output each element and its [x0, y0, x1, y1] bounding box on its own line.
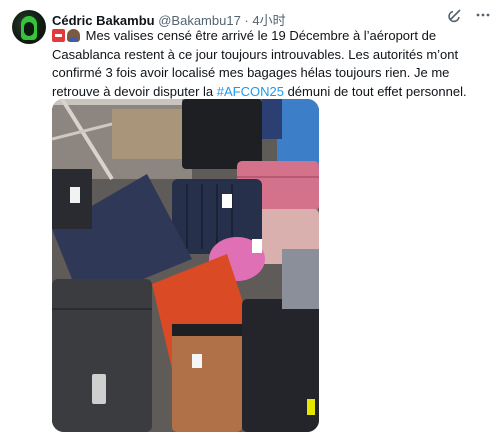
tweet-text: Mes valises censé être arrivé le 19 Déce… [52, 27, 488, 101]
author-handle[interactable]: @Bakambu17 [158, 13, 241, 28]
tweet[interactable]: Cédric Bakambu @Bakambu17 · 4小时 Mes vali… [0, 0, 500, 440]
luggage-pile-image [52, 99, 319, 432]
separator-dot: · [244, 13, 249, 28]
tweet-photo[interactable] [52, 99, 319, 432]
tweet-text-part2: démuni de tout effet personnel. [283, 83, 467, 99]
more-icon[interactable] [474, 6, 492, 24]
sos-emoji [52, 29, 65, 42]
avatar-figure-shadow [24, 22, 34, 36]
header-actions [446, 6, 492, 24]
timestamp[interactable]: 4小时 [252, 13, 285, 28]
author-name[interactable]: Cédric Bakambu [52, 13, 155, 28]
man-emoji [67, 29, 80, 42]
avatar[interactable] [12, 10, 46, 44]
grok-icon[interactable] [446, 6, 464, 24]
hashtag-link[interactable]: #AFCON25 [217, 84, 284, 99]
